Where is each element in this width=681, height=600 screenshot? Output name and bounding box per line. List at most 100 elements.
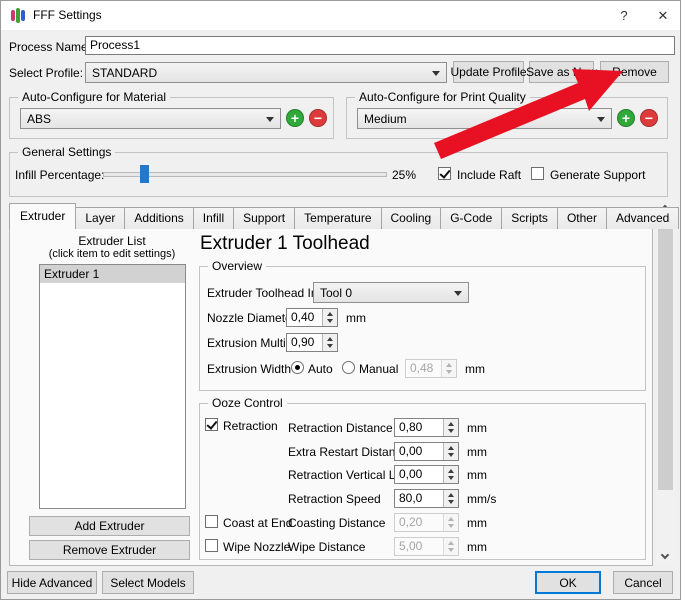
app-logo-icon (10, 7, 26, 23)
spin-buttons[interactable] (443, 443, 458, 460)
wipe-distance-label: Wipe Distance (288, 540, 365, 554)
material-select[interactable]: ABS (20, 108, 281, 129)
ok-button[interactable]: OK (535, 571, 601, 594)
coast-at-end-checkbox[interactable] (205, 515, 218, 528)
remove-material-button[interactable]: − (309, 109, 327, 127)
manual-radio-label: Manual (359, 362, 398, 376)
fff-settings-dialog: FFF Settings ? ✕ Process Name: Process1 … (0, 0, 681, 600)
tab-other[interactable]: Other (557, 207, 607, 229)
quality-select[interactable]: Medium (357, 108, 612, 129)
spin-down-icon (448, 429, 454, 433)
update-profile-button[interactable]: Update Profile (453, 61, 524, 83)
coasting-distance-unit: mm (467, 516, 487, 530)
spin-up-icon (448, 517, 454, 521)
add-quality-button[interactable]: + (617, 109, 635, 127)
retraction-distance-unit: mm (467, 421, 487, 435)
toolhead-index-select[interactable]: Tool 0 (313, 282, 469, 303)
spin-buttons[interactable] (443, 490, 458, 507)
cancel-button[interactable]: Cancel (613, 571, 673, 594)
help-button[interactable]: ? (606, 1, 642, 30)
retraction-speed-spinner[interactable]: 80,0 (394, 489, 459, 508)
extruder-listbox[interactable]: Extruder 1 (39, 264, 186, 509)
extrusion-width-label: Extrusion Width (207, 362, 291, 376)
spin-up-icon (448, 422, 454, 426)
select-models-button[interactable]: Select Models (102, 571, 194, 594)
hide-advanced-button[interactable]: Hide Advanced (7, 571, 97, 594)
spin-up-icon (448, 541, 454, 545)
add-material-button[interactable]: + (286, 109, 304, 127)
include-raft-label: Include Raft (457, 168, 521, 182)
add-extruder-button[interactable]: Add Extruder (29, 516, 190, 536)
spin-up-icon (448, 493, 454, 497)
extrusion-width-spinner: 0,48 (405, 359, 457, 378)
spin-buttons[interactable] (322, 309, 337, 326)
extrusion-width-unit: mm (465, 362, 485, 376)
extrusion-width-manual-radio[interactable] (342, 361, 355, 374)
extra-restart-distance-spinner[interactable]: 0,00 (394, 442, 459, 461)
wipe-distance-spinner: 5,00 (394, 537, 459, 556)
extrusion-width-auto-radio[interactable] (291, 361, 304, 374)
remove-quality-button[interactable]: − (640, 109, 658, 127)
spin-down-icon (448, 500, 454, 504)
tab-additions[interactable]: Additions (124, 207, 193, 229)
spin-up-icon (327, 337, 333, 341)
nozzle-diameter-unit: mm (346, 311, 366, 325)
close-icon[interactable]: ✕ (645, 1, 681, 30)
vertical-scrollbar[interactable] (657, 200, 674, 564)
tab-advanced[interactable]: Advanced (606, 207, 679, 229)
title-bar: FFF Settings ? ✕ (1, 1, 680, 30)
spin-down-icon (327, 344, 333, 348)
tab-cooling[interactable]: Cooling (381, 207, 442, 229)
tab-layer[interactable]: Layer (75, 207, 125, 229)
infill-percentage-value: 25% (392, 168, 416, 182)
spin-up-icon (327, 312, 333, 316)
retraction-speed-label: Retraction Speed (288, 492, 381, 506)
chevron-down-icon (661, 551, 669, 559)
ooze-control-group-title: Ooze Control (208, 396, 287, 410)
tab-support[interactable]: Support (233, 207, 295, 229)
retraction-label: Retraction (223, 419, 278, 433)
auto-radio-label: Auto (308, 362, 333, 376)
coasting-distance-label: Coasting Distance (288, 516, 385, 530)
spin-up-icon (448, 446, 454, 450)
spin-up-icon (446, 363, 452, 367)
infill-slider-handle[interactable] (140, 165, 149, 183)
process-name-input[interactable]: Process1 (85, 36, 675, 55)
generate-support-checkbox[interactable] (531, 167, 544, 180)
retraction-vertical-lift-unit: mm (467, 468, 487, 482)
remove-extruder-button[interactable]: Remove Extruder (29, 540, 190, 560)
spin-down-icon (448, 476, 454, 480)
infill-percentage-label: Infill Percentage: (15, 168, 104, 182)
extra-restart-distance-label: Extra Restart Distance (288, 445, 408, 459)
window-title: FFF Settings (33, 1, 102, 30)
extrusion-multiplier-spinner[interactable]: 0,90 (286, 333, 338, 352)
tab-extruder[interactable]: Extruder (9, 203, 76, 229)
scrollbar-thumb[interactable] (658, 217, 673, 490)
tab-infill[interactable]: Infill (193, 207, 234, 229)
nozzle-diameter-label: Nozzle Diameter (207, 311, 296, 325)
tab-gcode[interactable]: G-Code (440, 207, 502, 229)
process-name-label: Process Name: (9, 40, 91, 54)
retraction-checkbox[interactable] (205, 418, 218, 431)
retraction-vertical-lift-label: Retraction Vertical Lift (288, 468, 405, 482)
save-as-new-button[interactable]: Save as New (529, 61, 594, 83)
tab-scripts[interactable]: Scripts (501, 207, 558, 229)
spin-buttons[interactable] (322, 334, 337, 351)
spin-buttons[interactable] (443, 419, 458, 436)
spin-down-icon (446, 370, 452, 374)
retraction-speed-unit: mm/s (467, 492, 496, 506)
retraction-vertical-lift-spinner[interactable]: 0,00 (394, 465, 459, 484)
wipe-distance-unit: mm (467, 540, 487, 554)
scroll-down-button[interactable] (657, 549, 674, 564)
list-item-extruder-1[interactable]: Extruder 1 (40, 265, 185, 283)
include-raft-checkbox[interactable] (438, 167, 451, 180)
nozzle-diameter-spinner[interactable]: 0,40 (286, 308, 338, 327)
retraction-distance-spinner[interactable]: 0,80 (394, 418, 459, 437)
generate-support-label: Generate Support (550, 168, 645, 182)
wipe-nozzle-checkbox[interactable] (205, 539, 218, 552)
remove-profile-button[interactable]: Remove (600, 61, 669, 83)
profile-select[interactable]: STANDARD (85, 62, 447, 83)
tab-temperature[interactable]: Temperature (294, 207, 381, 229)
extra-restart-distance-unit: mm (467, 445, 487, 459)
spin-buttons[interactable] (443, 466, 458, 483)
